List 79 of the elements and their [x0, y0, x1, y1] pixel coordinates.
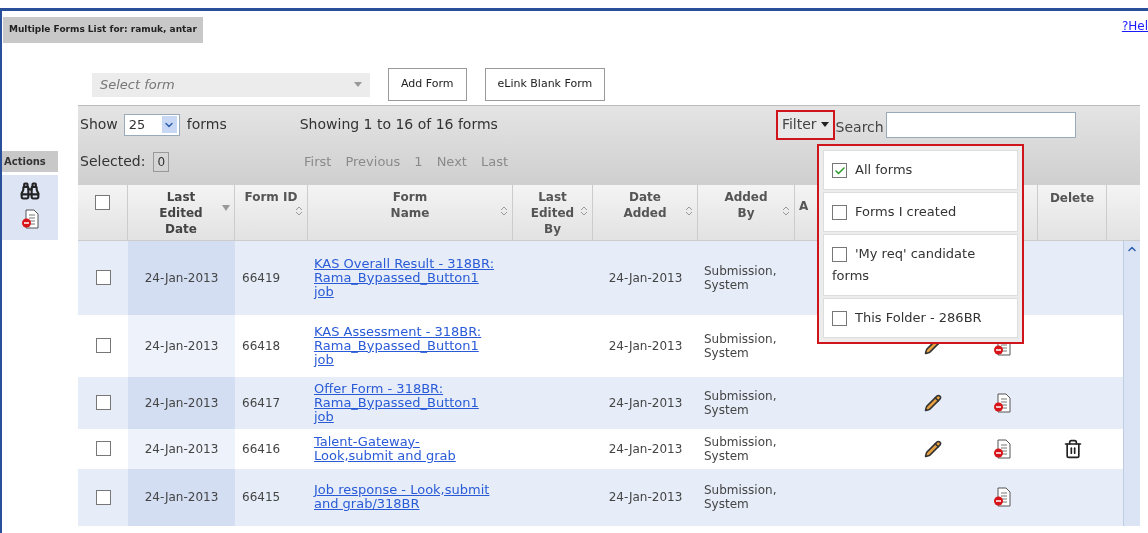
search-icon[interactable] — [20, 180, 40, 201]
actions-label: Actions — [2, 150, 58, 172]
form-name-link[interactable]: KAS Overall Result - 318BR: Rama_Bypassed_Button1 job — [314, 256, 495, 299]
table-cell-text: 66415 — [242, 489, 281, 506]
toolbar-button[interactable]: eLink Blank Form — [484, 68, 606, 101]
column-header[interactable]: Added By — [714, 188, 778, 240]
pencil-icon[interactable] — [923, 439, 942, 458]
document-icon[interactable] — [992, 487, 1011, 507]
sort-icon[interactable] — [295, 204, 303, 217]
search-field[interactable] — [885, 111, 1076, 138]
checkbox[interactable] — [95, 489, 111, 505]
document-icon[interactable] — [21, 208, 39, 229]
help-link[interactable]: ?Hel — [1121, 17, 1148, 35]
document-icon[interactable] — [992, 438, 1011, 459]
table-cell-text: Submission, System — [704, 483, 778, 511]
checkbox[interactable] — [832, 247, 847, 262]
form-name-link[interactable]: Job response - Look,submit and grab/318BR — [314, 483, 495, 511]
table-cell-text: 24-Jan-2013 — [608, 337, 683, 355]
checkbox[interactable] — [832, 311, 847, 326]
showing-count: Showing 1 to 16 of 16 forms — [299, 115, 498, 134]
sort-icon[interactable] — [685, 204, 693, 217]
table-cell-text: 24-Jan-2013 — [608, 269, 683, 287]
caret-icon — [820, 122, 829, 127]
table-cell-text: Submission, System — [704, 388, 778, 417]
column-header[interactable]: A — [799, 198, 809, 214]
table-cell-text: 24-Jan-2013 — [144, 337, 219, 355]
table-cell-text: 24-Jan-2013 — [608, 394, 683, 412]
table-cell-text: Submission, System — [704, 263, 778, 292]
toolbar-button[interactable]: Add Form — [388, 68, 467, 101]
table-cell-text: 24-Jan-2013 — [144, 269, 219, 287]
sort-icon[interactable] — [782, 204, 790, 217]
checkbox[interactable] — [95, 441, 111, 456]
sort-icon[interactable] — [500, 204, 508, 217]
checkbox[interactable] — [832, 163, 847, 178]
filter-option[interactable]: 'My req' candidate forms — [823, 234, 1018, 296]
sort-icon[interactable] — [222, 204, 230, 211]
checkbox[interactable] — [95, 338, 111, 353]
caret-icon — [354, 82, 362, 87]
table-cell-text: Submission, System — [704, 434, 778, 463]
form-name-link[interactable]: Talent-Gateway-Look,submit and grab — [314, 434, 495, 463]
column-header[interactable]: Form Name — [378, 188, 442, 240]
table-cell-text: 24-Jan-2013 — [608, 440, 683, 458]
column-header[interactable]: Last Edited By — [520, 188, 585, 240]
table-cell-text: 24-Jan-2013 — [144, 440, 219, 458]
page-size-select[interactable]: 25 — [123, 113, 180, 136]
selected-count: 0 — [153, 151, 170, 172]
column-header[interactable]: Form ID — [239, 188, 303, 240]
trash-icon[interactable] — [1062, 438, 1083, 459]
table-cell-text: 24-Jan-2013 — [608, 489, 683, 506]
column-header[interactable]: Date Added — [613, 188, 677, 240]
select-form-dropdown[interactable]: Select form — [92, 72, 370, 97]
filter-option[interactable]: Forms I created — [823, 192, 1018, 232]
filter-option[interactable]: This Folder - 286BR — [823, 298, 1018, 338]
checkbox[interactable] — [95, 270, 111, 285]
form-name-link[interactable]: Offer Form - 318BR: Rama_Bypassed_Button1 job — [314, 381, 495, 424]
table-cell-text: 24-Jan-2013 — [144, 489, 219, 506]
table-cell-text: 66419 — [242, 269, 281, 287]
checkbox[interactable] — [95, 395, 111, 410]
table-cell-text: 66417 — [242, 394, 281, 412]
table-cell-text: Submission, System — [704, 331, 778, 360]
selected-label: Selected: — [80, 152, 146, 171]
search-label: Search — [835, 118, 884, 137]
column-header[interactable]: Last Edited Date — [149, 188, 213, 240]
filter-button[interactable]: Filter — [775, 109, 835, 140]
table-cell-text: 24-Jan-2013 — [144, 394, 219, 412]
scrollbar[interactable] — [1123, 240, 1140, 526]
checkbox[interactable] — [832, 205, 847, 220]
document-icon[interactable] — [992, 392, 1011, 413]
column-header[interactable]: Delete — [1049, 188, 1095, 240]
filter-option[interactable]: All forms — [823, 150, 1018, 190]
pencil-icon[interactable] — [923, 393, 942, 412]
show-label: Show — [80, 115, 118, 134]
checkbox[interactable] — [95, 194, 110, 210]
table-cell-text: 66416 — [242, 440, 281, 458]
sort-icon[interactable] — [580, 204, 588, 217]
page-title: Multiple Forms List for: ramuk, antar — [3, 17, 203, 43]
forms-label: forms — [186, 115, 227, 134]
form-name-link[interactable]: KAS Assessment - 318BR: Rama_Bypassed_Button1 job — [314, 324, 495, 367]
table-cell-text: 66418 — [242, 337, 281, 355]
